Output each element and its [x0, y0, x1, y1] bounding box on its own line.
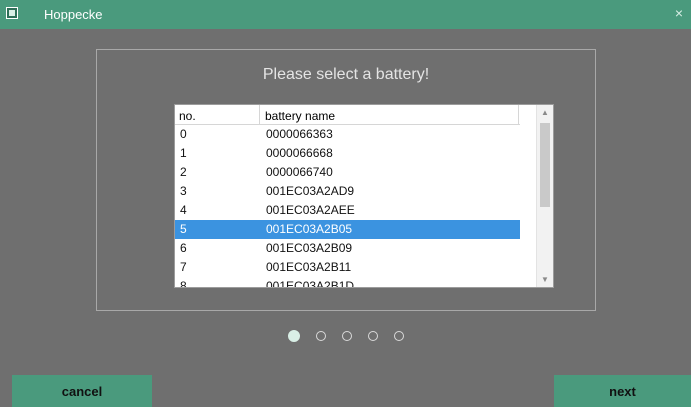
battery-name: 0000066740	[266, 165, 333, 179]
battery-number: 6	[180, 241, 187, 255]
list-item[interactable]: 0 0000066363	[175, 125, 520, 144]
list-item[interactable]: 4 001EC03A2AEE	[175, 201, 520, 220]
battery-name: 001EC03A2B11	[266, 260, 352, 274]
scroll-down-icon[interactable]: ▼	[541, 275, 549, 284]
page-indicator	[0, 330, 691, 342]
battery-number: 8	[180, 279, 187, 288]
battery-number: 1	[180, 146, 187, 160]
battery-name: 001EC03A2B09	[266, 241, 353, 255]
battery-list[interactable]: no. battery name 0 0000066363 1 0000066668 2…	[174, 104, 554, 288]
column-header-no[interactable]: no.	[179, 109, 196, 123]
window-title: Hoppecke	[44, 7, 103, 22]
list-item[interactable]: 7 001EC03A2B11	[175, 258, 520, 277]
scrollbar-thumb[interactable]	[540, 123, 550, 207]
cancel-button[interactable]: cancel	[12, 375, 152, 407]
list-item[interactable]: 3 001EC03A2AD9	[175, 182, 520, 201]
page-dot[interactable]	[393, 331, 404, 341]
list-header: no. battery name	[175, 105, 520, 125]
battery-number: 2	[180, 165, 187, 179]
battery-name: 0000066668	[266, 146, 333, 160]
list-item[interactable]: 8 001EC03A2B1D	[175, 277, 520, 288]
battery-name: 001EC03A2B1D	[266, 279, 355, 288]
list-item[interactable]: 6 001EC03A2B09	[175, 239, 520, 258]
page-dot[interactable]	[287, 330, 300, 342]
scroll-up-icon[interactable]: ▲	[541, 108, 549, 117]
list-item[interactable]: 1 0000066668	[175, 144, 520, 163]
battery-name: 0000066363	[266, 127, 333, 141]
column-divider[interactable]	[259, 105, 260, 125]
prompt-text: Please select a battery!	[262, 66, 430, 83]
battery-number: 7	[180, 260, 187, 274]
page-dot[interactable]	[367, 331, 378, 341]
battery-name: 001EC03A2AD9	[266, 184, 355, 198]
list-item[interactable]: 2 0000066740	[175, 163, 520, 182]
battery-number: 0	[180, 127, 187, 141]
battery-number: 5	[180, 222, 187, 236]
title-bar: Hoppecke ×	[0, 0, 691, 29]
battery-number: 4	[180, 203, 187, 217]
column-header-battery-name[interactable]: battery name	[265, 109, 335, 123]
next-button[interactable]: next	[554, 375, 691, 407]
list-item[interactable]: 5 001EC03A2B05	[175, 220, 520, 239]
close-icon[interactable]: ×	[675, 5, 683, 21]
vertical-scrollbar[interactable]: ▲ ▼	[536, 105, 553, 287]
battery-name: 001EC03A2AEE	[266, 203, 355, 217]
battery-number: 3	[180, 184, 187, 198]
column-divider[interactable]	[518, 105, 519, 125]
page-dot[interactable]	[341, 331, 352, 341]
battery-name: 001EC03A2B05	[266, 222, 353, 236]
app-icon	[6, 7, 18, 19]
page-dot[interactable]	[315, 331, 326, 341]
list-rows: 0 0000066363 1 0000066668 2 0000066740 3 001EC0…	[175, 125, 520, 288]
